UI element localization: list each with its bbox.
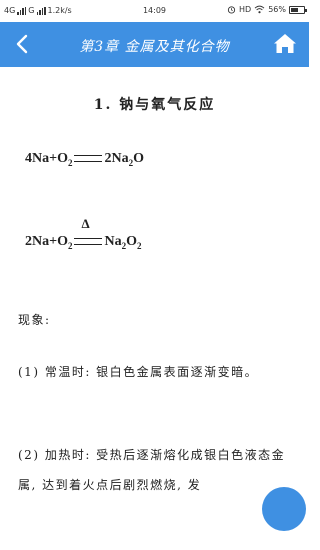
phenomenon-heated: (2) 加热时: 受热后逐渐熔化成银白色液态金属, 达到着火点后剧烈燃烧, 发 — [18, 448, 286, 492]
status-bar: 4G G 1.2k/s 14:09 HD 56% — [0, 0, 309, 22]
phenomenon-label: 现象: — [18, 313, 51, 327]
equals-sign — [74, 238, 103, 246]
eq2-product1: Na — [104, 234, 122, 249]
eq1-product: 2Na — [104, 151, 129, 166]
eq1-reactant: 4Na+O — [25, 151, 68, 166]
eq2-product2-sub: 2 — [137, 240, 142, 251]
battery-icon — [289, 5, 307, 14]
home-icon — [274, 34, 296, 53]
battery-percent: 56% — [268, 5, 286, 14]
page-title: 第3章 金属及其化合物 — [79, 39, 230, 55]
phenomenon-room-temp: (1) 常温时: 银白色金属表面逐渐变暗。 — [18, 365, 259, 379]
chevron-left-icon — [16, 34, 28, 54]
eq2-reactant: 2Na+O — [25, 234, 68, 249]
section-title: 1. 钠与氧气反应 — [93, 97, 216, 113]
equation-sodium-oxygen-heated: 2Na+O2 Δ Na2O2 — [25, 216, 142, 251]
eq1-product-tail: O — [133, 151, 144, 166]
lesson-content: 1. 钠与氧气反应 4Na+O2 2Na2O 2Na+O2 Δ Na2O2 现象: (… — [0, 67, 309, 550]
hd-badge: HD — [239, 5, 252, 14]
equals-sign — [74, 155, 103, 163]
eq1-reactant-sub: 2 — [67, 157, 73, 168]
status-right: HD 56% — [227, 5, 307, 14]
heat-condition-symbol: Δ — [81, 216, 90, 231]
alarm-icon — [227, 6, 236, 14]
home-button[interactable] — [269, 28, 301, 60]
app-bar: 第3章 金属及其化合物 — [0, 22, 309, 67]
wifi-icon — [254, 5, 265, 14]
equation-sodium-oxygen-room-temp: 4Na+O2 2Na2O — [25, 151, 144, 168]
eq2-product2: O — [126, 234, 137, 249]
battery-level — [291, 7, 298, 12]
floating-action-button[interactable] — [262, 487, 306, 531]
back-button[interactable] — [6, 26, 42, 62]
